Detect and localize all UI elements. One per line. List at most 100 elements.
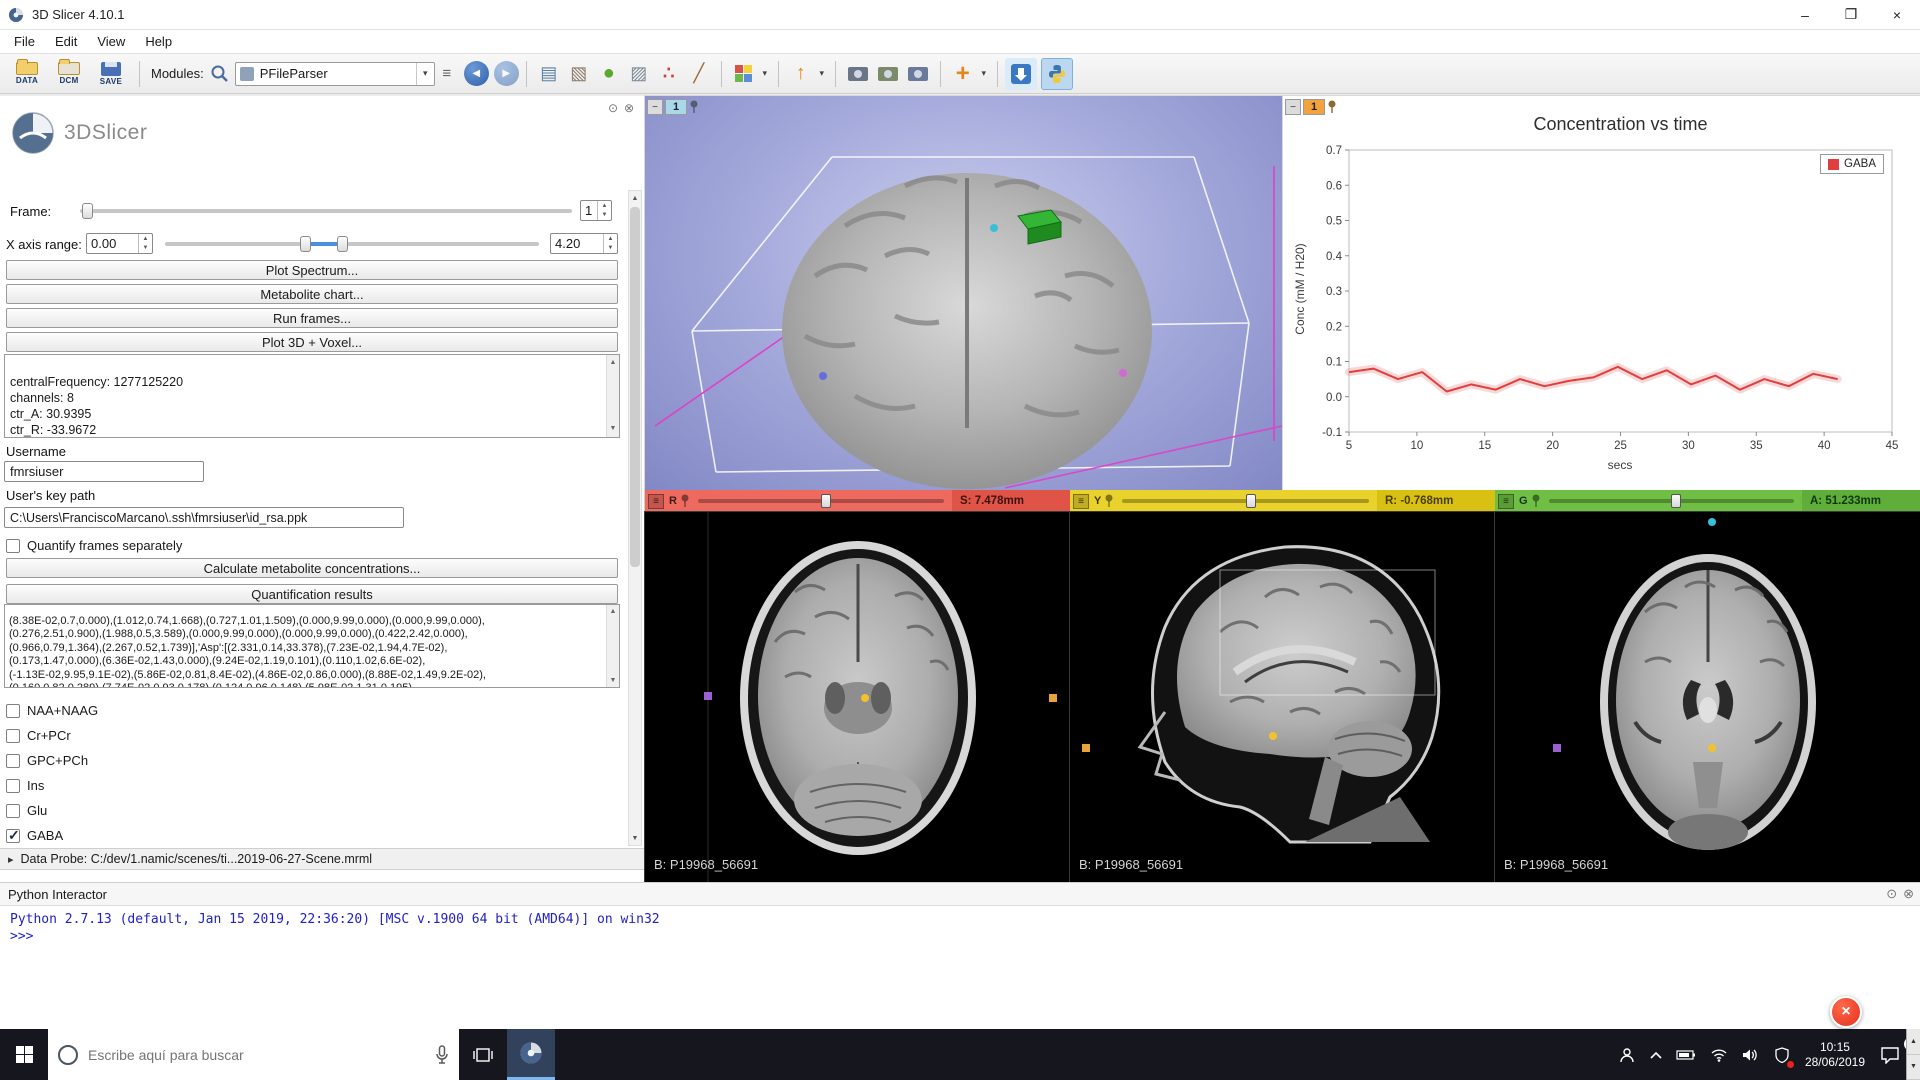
metabolite-checkbox[interactable]: Cr+PCr [6, 723, 98, 748]
keypath-field[interactable]: C:\Users\FranciscoMarcano\.ssh\fmrsiuser… [4, 507, 404, 528]
slice-menu-icon[interactable]: ≡ [1073, 494, 1089, 509]
module-panel-scrollbar[interactable]: ▲ ▼ [628, 190, 642, 846]
metabolite-checkbox[interactable]: GPC+PCh [6, 748, 98, 773]
quantification-results-button[interactable]: Quantification results [6, 584, 618, 604]
undock-panel-icon[interactable]: ⊙ [608, 101, 618, 115]
pin-icon[interactable] [1104, 494, 1114, 508]
network-button[interactable] [1703, 1029, 1735, 1080]
scene-view-save-icon[interactable] [873, 59, 903, 89]
layout-selector-icon[interactable] [729, 59, 759, 89]
transforms-icon[interactable]: ▨ [624, 59, 654, 89]
menu-item[interactable]: File [4, 30, 45, 53]
green-slice-view[interactable]: B: P19968_56691 [1495, 512, 1920, 882]
scene-view-restore-icon[interactable] [903, 59, 933, 89]
fiducials-icon[interactable]: ∴ [654, 59, 684, 89]
menu-item[interactable]: Help [135, 30, 182, 53]
edge-scrollbar[interactable]: ▲ ▼ [1906, 1029, 1920, 1080]
3d-view[interactable]: − 1 [645, 96, 1283, 490]
xaxis-min-spinbox[interactable]: 0.00 ▲▼ [86, 233, 153, 254]
history-forward-button[interactable]: ▶ [494, 61, 519, 86]
xaxis-range-slider[interactable] [165, 233, 539, 255]
module-selector-combobox[interactable]: PFileParser ▾ [235, 62, 435, 86]
frame-slider[interactable] [80, 200, 572, 222]
metabolite-checkbox[interactable]: Glu [6, 798, 98, 823]
red-slice-offset-slider[interactable] [698, 494, 944, 508]
minimize-button[interactable]: – [1782, 0, 1828, 29]
collapse-view-icon[interactable]: − [1285, 99, 1301, 115]
show-hidden-icons-button[interactable] [1643, 1029, 1669, 1080]
quantification-results-box[interactable]: (8.38E-02,0.7,0.000),(1.012,0.74,1.668),… [4, 604, 620, 688]
slider-handle[interactable] [1246, 494, 1256, 508]
metabolite-checkbox[interactable]: NAA+NAAG [6, 698, 98, 723]
range-max-handle[interactable] [337, 236, 348, 252]
taskbar-clock[interactable]: 10:15 28/06/2019 [1797, 1040, 1873, 1070]
undock-panel-icon[interactable]: ⊙ [1886, 886, 1897, 902]
yellow-slice-view[interactable]: B: P19968_56691 [1070, 512, 1495, 882]
xaxis-max-spinbox[interactable]: 4.20 ▲▼ [550, 233, 618, 254]
info-scrollbar[interactable]: ▲▼ [606, 355, 619, 437]
metabolite-checkbox[interactable]: GABA [6, 823, 98, 848]
save-button[interactable]: SAVE [90, 56, 132, 92]
volume-button[interactable] [1735, 1029, 1767, 1080]
slider-handle[interactable] [821, 494, 831, 508]
metabolite-chart-button[interactable]: Metabolite chart... [6, 284, 618, 304]
pin-icon[interactable] [689, 100, 699, 114]
module-options-icon[interactable]: ≡ [435, 59, 459, 89]
ruler-icon[interactable]: ╱ [684, 59, 714, 89]
extensions-manager-button[interactable] [1005, 58, 1037, 90]
load-dicom-button[interactable]: DCM [48, 56, 90, 92]
close-button[interactable]: × [1874, 0, 1920, 29]
search-input[interactable] [88, 1047, 435, 1063]
pin-icon[interactable] [1327, 100, 1337, 114]
crosshair-icon[interactable]: + [948, 59, 978, 89]
range-min-handle[interactable] [300, 236, 311, 252]
search-module-icon[interactable] [210, 64, 229, 83]
plot-spectrum-button[interactable]: Plot Spectrum... [6, 260, 618, 280]
volume-rendering-icon[interactable]: ● [594, 59, 624, 89]
screenshot-icon[interactable] [843, 59, 873, 89]
red-slice-view[interactable]: B: P19968_56691 [645, 512, 1070, 882]
notification-close-button[interactable]: × [1830, 996, 1862, 1028]
crosshair-dropdown-icon[interactable]: ▾ [978, 59, 990, 89]
pin-icon[interactable] [680, 494, 690, 508]
header-info-box[interactable]: centralFrequency: 1277125220 channels: 8… [4, 354, 620, 438]
yellow-slice-offset-slider[interactable] [1122, 494, 1369, 508]
quantify-frames-checkbox[interactable]: Quantify frames separately [6, 533, 182, 558]
slice-menu-icon[interactable]: ≡ [1498, 494, 1514, 509]
close-panel-icon[interactable]: ⊗ [624, 101, 634, 115]
scrollbar-thumb[interactable] [630, 207, 640, 567]
module-panel-icon[interactable]: ▤ [534, 59, 564, 89]
history-back-button[interactable]: ◀ [464, 61, 489, 86]
menu-item[interactable]: View [87, 30, 135, 53]
results-scrollbar[interactable]: ▲▼ [606, 605, 619, 687]
data-probe-section[interactable]: ▸ Data Probe: C:/dev/1.namic/scenes/ti..… [0, 848, 645, 870]
security-tray-button[interactable] [1767, 1029, 1797, 1080]
chart-view[interactable]: 0.70.60.50.40.30.20.10.0-0.1510152025303… [1283, 96, 1920, 490]
start-button[interactable] [0, 1029, 48, 1080]
battery-button[interactable] [1669, 1029, 1703, 1080]
3d-brain-rendering[interactable] [645, 96, 1283, 490]
slicer-taskbar-button[interactable] [507, 1029, 555, 1080]
run-frames-button[interactable]: Run frames... [6, 308, 618, 328]
menu-item[interactable]: Edit [45, 30, 87, 53]
username-field[interactable]: fmrsiuser [4, 461, 204, 482]
python-interactor-header[interactable]: Python Interactor ⊙ ⊗ [0, 882, 1920, 906]
collapse-view-icon[interactable]: − [647, 99, 663, 115]
slice-menu-icon[interactable]: ≡ [648, 494, 664, 509]
calculate-concentrations-button[interactable]: Calculate metabolite concentrations... [6, 558, 618, 578]
chart-view-tab[interactable]: 1 [1303, 99, 1325, 115]
pin-icon[interactable] [1531, 494, 1541, 508]
microphone-icon[interactable] [435, 1045, 449, 1065]
people-button[interactable] [1611, 1029, 1643, 1080]
python-console[interactable]: Python 2.7.13 (default, Jan 15 2019, 22:… [0, 906, 1920, 1029]
task-view-button[interactable] [459, 1029, 507, 1080]
frame-slider-handle[interactable] [82, 203, 93, 219]
taskbar-search[interactable] [48, 1029, 459, 1080]
python-interactor-button[interactable] [1041, 58, 1073, 90]
frame-spinbox[interactable]: 1 ▲▼ [580, 200, 612, 221]
plot-3d-voxel-button[interactable]: Plot 3D + Voxel... [6, 332, 618, 352]
metabolite-checkbox[interactable]: Ins [6, 773, 98, 798]
slider-handle[interactable] [1671, 494, 1681, 508]
volume-cube-icon[interactable]: ▧ [564, 59, 594, 89]
3d-view-tab[interactable]: 1 [665, 99, 687, 115]
